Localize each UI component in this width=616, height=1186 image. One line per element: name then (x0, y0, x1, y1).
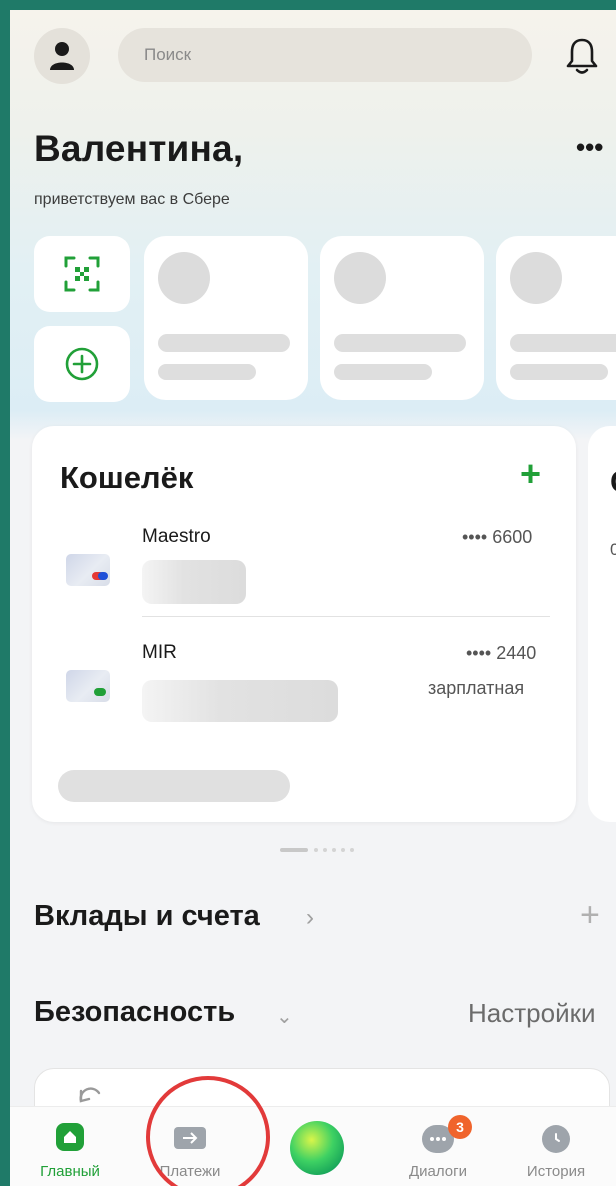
profile-avatar[interactable] (34, 28, 90, 84)
security-section-title[interactable]: Безопасность (34, 996, 235, 1029)
pager-dot (332, 848, 336, 852)
divider (142, 616, 550, 617)
refresh-icon (79, 1087, 101, 1103)
placeholder-line (158, 364, 256, 380)
bottom-navigation: Главный Платежи 3 Диалоги История (10, 1106, 616, 1186)
card-mir-icon (66, 670, 110, 702)
card-type-label: зарплатная (428, 678, 525, 698)
placeholder-line (510, 334, 616, 352)
card-number-mask: •••• 6600 (462, 527, 533, 547)
annotation-circle (146, 1076, 270, 1186)
placeholder-line (334, 364, 432, 380)
search-input[interactable]: Поиск (118, 28, 532, 82)
app-screen: Поиск Валентина, ••• приветствуем вас в … (10, 10, 616, 1186)
pager-dot (323, 848, 327, 852)
assistant-icon[interactable] (290, 1121, 344, 1175)
add-action-button[interactable] (34, 326, 130, 402)
home-icon (56, 1123, 84, 1151)
carousel-pager (280, 848, 370, 854)
chevron-right-icon[interactable]: › (306, 904, 314, 932)
hidden-balance (142, 680, 338, 722)
placeholder-avatar (510, 252, 562, 304)
chevron-down-icon[interactable]: ⌄ (276, 1004, 293, 1029)
quick-action-card-3[interactable] (496, 236, 616, 400)
placeholder-line (58, 770, 290, 802)
user-icon (50, 42, 74, 70)
security-settings-link[interactable]: Настройки (468, 998, 596, 1029)
hidden-balance (142, 560, 246, 604)
placeholder-avatar (334, 252, 386, 304)
nav-home[interactable]: Главный (10, 1107, 130, 1186)
qr-scan-button[interactable] (34, 236, 130, 312)
notifications-bell-icon[interactable] (562, 34, 602, 78)
card-number-mask: •••• 2440 (466, 643, 537, 663)
card-name-mir[interactable]: MIR (142, 642, 177, 664)
nav-home-label: Главный (40, 1163, 100, 1180)
greeting-subtitle: приветствуем вас в Сбере (34, 191, 230, 208)
pager-active-dot (280, 848, 308, 852)
add-deposit-button[interactable]: + (580, 898, 600, 932)
placeholder-avatar (158, 252, 210, 304)
placeholder-line (158, 334, 290, 352)
quick-action-card-1[interactable] (144, 236, 308, 400)
wallet-title: Кошелёк (60, 460, 194, 495)
greeting-title: Валентина, (34, 128, 244, 169)
pager-dot (341, 848, 345, 852)
qr-code-icon (64, 256, 100, 292)
pager-dot (350, 848, 354, 852)
quick-action-card-2[interactable] (320, 236, 484, 400)
nav-dialogs[interactable]: 3 Диалоги (378, 1107, 498, 1186)
placeholder-line (334, 334, 466, 352)
deposits-section-title[interactable]: Вклады и счета (34, 900, 260, 933)
nav-history-label: История (526, 1163, 586, 1180)
next-card-title: С (610, 464, 616, 500)
next-card-subtitle: 0 (610, 540, 616, 559)
nav-history[interactable]: История (496, 1107, 616, 1186)
history-icon (542, 1125, 570, 1153)
unread-badge: 3 (448, 1115, 472, 1139)
search-placeholder: Поиск (144, 45, 192, 64)
more-options-icon[interactable]: ••• (576, 132, 603, 163)
placeholder-line (510, 364, 608, 380)
next-carousel-card[interactable]: С 0 (588, 426, 616, 822)
card-name-maestro[interactable]: Maestro (142, 526, 211, 548)
plus-circle-icon (65, 347, 99, 381)
nav-dialogs-label: Диалоги (409, 1163, 467, 1180)
pager-dot (314, 848, 318, 852)
card-maestro-icon (66, 554, 110, 586)
wallet-add-button[interactable]: + (520, 456, 541, 492)
wallet-card[interactable]: Кошелёк + Maestro •••• 6600 MIR •••• 244… (32, 426, 576, 822)
